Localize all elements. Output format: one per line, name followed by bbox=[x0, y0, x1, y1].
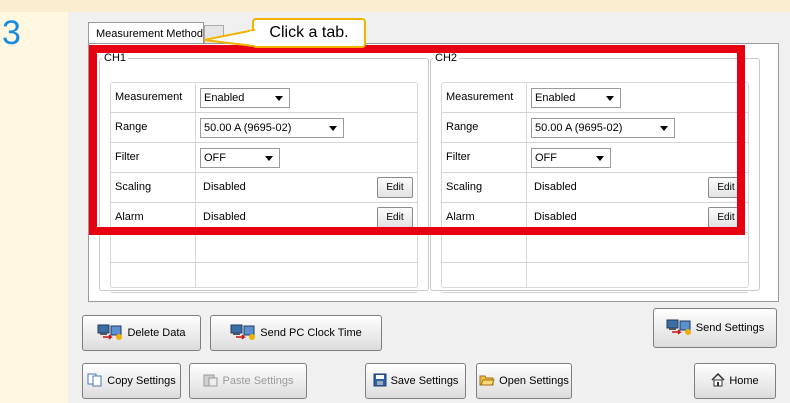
ch1-row-filter: Filter OFF bbox=[111, 143, 417, 173]
ch2-alarm-value: Disabled bbox=[534, 211, 577, 223]
ch2-row-empty bbox=[442, 263, 748, 293]
settings-panel: CH1 Measurement Enabled Range 50.00 A (9… bbox=[88, 43, 779, 302]
copy-settings-button[interactable]: Copy Settings bbox=[82, 363, 181, 399]
ch1-row-empty bbox=[111, 233, 417, 263]
ch1-rows: Measurement Enabled Range 50.00 A (9695-… bbox=[110, 82, 418, 293]
open-folder-icon bbox=[479, 373, 495, 390]
ch2-row-empty bbox=[442, 233, 748, 263]
left-band bbox=[0, 12, 68, 403]
pc-to-device-icon bbox=[97, 323, 123, 344]
ch1-row-alarm: Alarm Disabled Edit bbox=[111, 203, 417, 233]
ch2-measurement-select[interactable]: Enabled bbox=[531, 88, 621, 108]
home-button[interactable]: Home bbox=[694, 363, 776, 399]
ch1-alarm-edit-button[interactable]: Edit bbox=[377, 207, 413, 228]
pc-to-device-icon bbox=[666, 318, 692, 339]
app-window: Measurement Method CH1 Measurement Enabl… bbox=[68, 12, 790, 403]
callout: Click a tab. bbox=[252, 18, 366, 48]
row-label: Range bbox=[115, 121, 148, 133]
ch1-title: CH1 bbox=[104, 52, 127, 64]
save-settings-button[interactable]: Save Settings bbox=[365, 363, 466, 399]
row-label: Measurement bbox=[115, 91, 183, 103]
ch2-row-range: Range 50.00 A (9695-02) bbox=[442, 113, 748, 143]
ch1-row-scaling: Scaling Disabled Edit bbox=[111, 173, 417, 203]
dropdown-arrow-icon bbox=[265, 156, 273, 161]
ch2-range-select[interactable]: 50.00 A (9695-02) bbox=[531, 118, 675, 138]
ch2-row-alarm: Alarm Disabled Edit bbox=[442, 203, 748, 233]
ch1-alarm-value: Disabled bbox=[203, 211, 246, 223]
row-label: Filter bbox=[446, 151, 471, 163]
row-label: Scaling bbox=[446, 181, 483, 193]
ch2-row-filter: Filter OFF bbox=[442, 143, 748, 173]
paste-icon bbox=[203, 373, 219, 390]
paste-settings-button[interactable]: Paste Settings bbox=[189, 363, 307, 399]
ch2-row-scaling: Scaling Disabled Edit bbox=[442, 173, 748, 203]
row-label: Range bbox=[446, 121, 479, 133]
ch2-rows: Measurement Enabled Range 50.00 A (9695-… bbox=[441, 82, 749, 293]
home-icon bbox=[711, 372, 725, 390]
ch2-row-measurement: Measurement Enabled bbox=[442, 83, 748, 113]
top-band bbox=[0, 0, 790, 12]
dropdown-arrow-icon bbox=[606, 96, 614, 101]
step-number: 3 bbox=[2, 14, 21, 52]
row-label: Scaling bbox=[115, 181, 152, 193]
ch1-row-empty bbox=[111, 263, 417, 293]
ch1-row-measurement: Measurement Enabled bbox=[111, 83, 417, 113]
ch2-scaling-edit-button[interactable]: Edit bbox=[708, 177, 744, 198]
ch2-group: CH2 Measurement Enabled Range 50.00 A (9… bbox=[430, 52, 760, 293]
pc-to-device-icon bbox=[230, 323, 256, 344]
ch1-row-range: Range 50.00 A (9695-02) bbox=[111, 113, 417, 143]
callout-pointer-icon bbox=[204, 28, 256, 48]
dropdown-arrow-icon bbox=[329, 126, 337, 131]
delete-data-button[interactable]: Delete Data bbox=[82, 315, 201, 351]
ch2-alarm-edit-button[interactable]: Edit bbox=[708, 207, 744, 228]
ch2-scaling-value: Disabled bbox=[534, 181, 577, 193]
ch2-filter-select[interactable]: OFF bbox=[531, 148, 611, 168]
ch1-range-select[interactable]: 50.00 A (9695-02) bbox=[200, 118, 344, 138]
dropdown-arrow-icon bbox=[660, 126, 668, 131]
open-settings-button[interactable]: Open Settings bbox=[476, 363, 572, 399]
send-pc-clock-time-button[interactable]: Send PC Clock Time bbox=[210, 315, 382, 351]
tab-measurement-method[interactable]: Measurement Method bbox=[88, 22, 204, 44]
ch1-scaling-value: Disabled bbox=[203, 181, 246, 193]
dropdown-arrow-icon bbox=[596, 156, 604, 161]
send-settings-button[interactable]: Send Settings bbox=[653, 308, 777, 348]
row-label: Alarm bbox=[115, 211, 144, 223]
copy-icon bbox=[87, 373, 103, 390]
ch2-title: CH2 bbox=[435, 52, 458, 64]
ch1-measurement-select[interactable]: Enabled bbox=[200, 88, 290, 108]
dropdown-arrow-icon bbox=[275, 96, 283, 101]
row-label: Alarm bbox=[446, 211, 475, 223]
save-icon bbox=[373, 373, 387, 390]
ch1-filter-select[interactable]: OFF bbox=[200, 148, 280, 168]
row-label: Measurement bbox=[446, 91, 514, 103]
ch1-scaling-edit-button[interactable]: Edit bbox=[377, 177, 413, 198]
row-label: Filter bbox=[115, 151, 140, 163]
ch1-group: CH1 Measurement Enabled Range 50.00 A (9… bbox=[99, 52, 429, 293]
